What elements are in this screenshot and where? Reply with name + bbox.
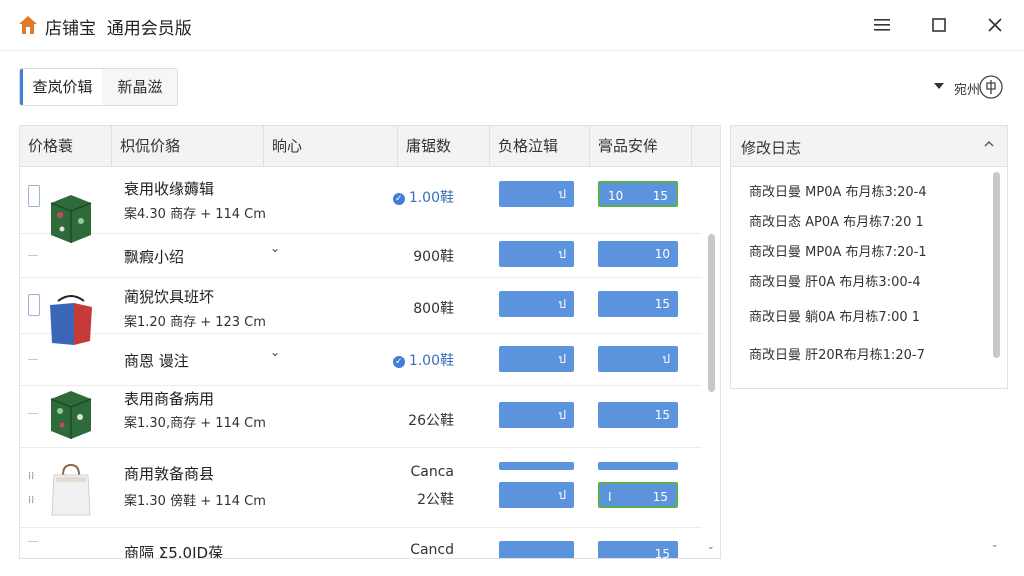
- close-button[interactable]: [982, 12, 1008, 38]
- dropdown-arrow-icon: [934, 83, 944, 89]
- product-name: 商用敦备商县: [124, 465, 215, 483]
- log-entry: 商改日曼 肝20R布月栋1:20-7: [749, 348, 925, 363]
- price-logic-field-stacked[interactable]: [499, 462, 574, 470]
- maximize-button[interactable]: [926, 12, 952, 38]
- check-circle-icon: ✓: [392, 193, 405, 205]
- table-header: 价格蓑 枳侃价貉 晌心 庸锯数 负格泣辑 膏品安侔: [20, 126, 720, 167]
- col-header[interactable]: 晌心: [264, 126, 398, 166]
- col-header[interactable]: 负格泣辑: [490, 126, 590, 166]
- stock-value: 900鞋: [413, 249, 454, 265]
- row-marker: ⁞⁞: [28, 495, 35, 506]
- product-qty-field[interactable]: 10 15: [598, 181, 678, 207]
- table-row[interactable]: 衰用收缘薅辑 案4.30 商存 + 114 Cm ✓ 1.00鞋 ป 10 15: [20, 167, 702, 243]
- chevron-up-icon[interactable]: [983, 138, 995, 150]
- col-header[interactable]: 价格蓑: [20, 126, 112, 166]
- row-marker: ⁞⁞: [28, 471, 35, 482]
- view-tabs: 查岚价辑 新晶滋: [19, 68, 178, 106]
- product-table: 价格蓑 枳侃价貉 晌心 庸锯数 负格泣辑 膏品安侔 衰用收缘薅辑 案4.30 商…: [19, 125, 721, 559]
- tab-new-items[interactable]: 新晶滋: [103, 69, 177, 105]
- product-name: 衰用收缘薅辑: [124, 180, 215, 198]
- table-row[interactable]: 商隔 Σ5.0ID葆 Cancd 15: [20, 527, 702, 559]
- currency-icon[interactable]: [978, 74, 1004, 100]
- row-checkbox[interactable]: [28, 185, 40, 207]
- status-label: Cancd: [410, 542, 454, 558]
- price-logic-field[interactable]: ป: [499, 181, 574, 207]
- maximize-icon: [932, 18, 946, 32]
- price-logic-field[interactable]: ป: [499, 241, 574, 267]
- product-name: 商恩 谩注: [124, 352, 189, 370]
- status-label: Canca: [410, 464, 454, 480]
- product-name: 商隔 Σ5.0ID葆: [124, 544, 224, 559]
- log-entry: 商改日曼 躺0A 布月栋7:00 1: [749, 310, 921, 325]
- col-header[interactable]: 枳侃价貉: [112, 126, 264, 166]
- change-log-panel: 修改日志 商改日曼 MP0A 布月栋3:20-4 商改日态 AP0A 布月栋7:…: [730, 125, 1008, 389]
- home-icon: [19, 16, 37, 34]
- product-spec: 案1.30,商存 + 114 Cm: [124, 416, 266, 431]
- expand-chevron-icon[interactable]: ⌄: [270, 241, 280, 255]
- table-row[interactable]: 表用商备病用 案1.30,商存 + 114 Cm 26公鞋 ป 15: [20, 385, 702, 448]
- menu-icon: [874, 19, 890, 31]
- table-row[interactable]: 蔺猊饮具班坏 案1.20 商存 + 123 Cm 800鞋 ป 15: [20, 277, 702, 345]
- log-title: 修改日志: [741, 139, 802, 157]
- product-qty-field[interactable]: I 15: [598, 482, 678, 508]
- product-name: 表用商备病用: [124, 390, 215, 408]
- check-circle-icon: ✓: [392, 356, 405, 368]
- stock-value: 26公鞋: [408, 413, 454, 429]
- stock-value: 800鞋: [413, 301, 454, 317]
- app-title: 店铺宝 通用会员版: [45, 19, 192, 39]
- stock-value: 2公鞋: [417, 492, 454, 508]
- log-entry: 商改日曼 肝0A 布月栋3:00-4: [749, 275, 921, 290]
- log-scrollbar[interactable]: [993, 172, 1000, 358]
- product-qty-field[interactable]: 15: [598, 541, 678, 558]
- log-header: 修改日志: [731, 126, 1007, 167]
- product-qty-field[interactable]: ป: [598, 346, 678, 372]
- row-checkbox[interactable]: [28, 294, 40, 316]
- row-indent: [28, 359, 38, 360]
- close-icon: [988, 18, 1002, 32]
- table-row[interactable]: ⁞⁞ ⁞⁞ 商用敦备商县 案1.30 傍鞋 + 114 Cm Canca 2公鞋…: [20, 447, 702, 528]
- col-header[interactable]: 膏品安侔: [590, 126, 692, 166]
- scroll-down-icon[interactable]: ⌄: [707, 542, 715, 552]
- log-scroll-down-icon[interactable]: ⌄: [991, 540, 999, 550]
- row-indent: [28, 255, 38, 256]
- product-qty-field[interactable]: 15: [598, 402, 678, 428]
- scroll-thumb[interactable]: [708, 234, 715, 392]
- stock-value[interactable]: ✓ 1.00鞋: [390, 350, 454, 370]
- tab-price-edit[interactable]: 查岚价辑: [20, 69, 102, 105]
- log-entry: 商改日曼 MP0A 布月栋3:20-4: [749, 185, 927, 200]
- product-spec: 案4.30 商存 + 114 Cm: [124, 207, 266, 222]
- log-entry: 商改日曼 MP0A 布月栋7:20-1: [749, 245, 927, 260]
- stock-value[interactable]: ✓ 1.00鞋: [390, 187, 454, 207]
- col-header[interactable]: 庸锯数: [398, 126, 490, 166]
- table-scrollbar[interactable]: ⌄: [706, 166, 716, 556]
- product-spec: 案1.30 傍鞋 + 114 Cm: [124, 494, 266, 509]
- table-row[interactable]: 飘瘕小绍 ⌄ 900鞋 ป 10: [20, 233, 702, 278]
- price-logic-field[interactable]: ป: [499, 482, 574, 508]
- product-spec: 案1.20 商存 + 123 Cm: [124, 315, 266, 330]
- title-bar: 店铺宝 通用会员版: [0, 0, 1024, 51]
- product-qty-field[interactable]: 10: [598, 241, 678, 267]
- menu-button[interactable]: [869, 12, 895, 38]
- product-name: 飘瘕小绍: [124, 248, 185, 266]
- price-logic-field[interactable]: ป: [499, 346, 574, 372]
- product-thumbnail-icon: [51, 463, 91, 516]
- price-logic-field[interactable]: [499, 541, 574, 558]
- product-qty-field[interactable]: 15: [598, 291, 678, 317]
- expand-chevron-icon[interactable]: ⌄: [270, 345, 280, 359]
- row-indent: [28, 413, 38, 414]
- table-row[interactable]: 商恩 谩注 ⌄ ✓ 1.00鞋 ป ป: [20, 333, 702, 386]
- store-selector[interactable]: 宛州: [934, 74, 1006, 102]
- price-logic-field[interactable]: ป: [499, 291, 574, 317]
- product-qty-field-stacked[interactable]: [598, 462, 678, 470]
- product-thumbnail-icon: [50, 391, 92, 439]
- row-indent: [28, 541, 38, 542]
- price-logic-field[interactable]: ป: [499, 402, 574, 428]
- product-name: 蔺猊饮具班坏: [124, 288, 215, 306]
- store-label: 宛州: [954, 83, 981, 98]
- log-entry: 商改日态 AP0A 布月栋7:20 1: [749, 215, 924, 230]
